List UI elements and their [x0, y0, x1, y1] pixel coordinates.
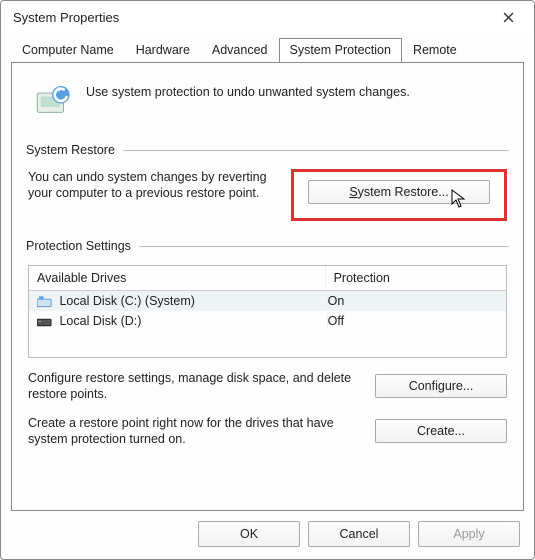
divider	[139, 246, 509, 247]
window-title: System Properties	[13, 10, 490, 25]
tab-computer-name[interactable]: Computer Name	[11, 38, 125, 63]
dialog-footer: OK Cancel Apply	[1, 511, 534, 559]
os-drive-icon	[37, 296, 52, 308]
tab-body: Use system protection to undo unwanted s…	[11, 62, 524, 511]
ok-button[interactable]: OK	[198, 521, 300, 547]
system-properties-window: System Properties Computer Name Hardware…	[0, 0, 535, 560]
table-row[interactable]: Local Disk (D:) Off	[29, 311, 506, 331]
col-drives[interactable]: Available Drives	[29, 266, 326, 290]
close-button[interactable]	[490, 3, 526, 31]
intro-text: Use system protection to undo unwanted s…	[86, 79, 410, 99]
configure-description: Configure restore settings, manage disk …	[28, 370, 361, 403]
col-protection[interactable]: Protection	[326, 266, 506, 290]
apply-button[interactable]: Apply	[418, 521, 520, 547]
cancel-button[interactable]: Cancel	[308, 521, 410, 547]
table-header: Available Drives Protection	[29, 266, 506, 291]
system-restore-button-label: ystem Restore...	[358, 185, 449, 199]
create-button[interactable]: Create...	[375, 419, 507, 443]
tab-strip: Computer Name Hardware Advanced System P…	[1, 33, 534, 62]
restore-row: You can undo system changes by reverting…	[26, 165, 509, 227]
table-padding	[29, 331, 506, 357]
create-description: Create a restore point right now for the…	[28, 415, 361, 448]
tab-system-protection[interactable]: System Protection	[279, 38, 402, 63]
section-protection-title: Protection Settings	[26, 239, 131, 253]
drive-protection: On	[328, 294, 498, 308]
intro-row: Use system protection to undo unwanted s…	[26, 75, 509, 131]
configure-button[interactable]: Configure...	[375, 374, 507, 398]
divider	[123, 150, 509, 151]
section-restore-title: System Restore	[26, 143, 115, 157]
create-row: Create a restore point right now for the…	[26, 413, 509, 450]
table-row[interactable]: Local Disk (C:) (System) On	[29, 291, 506, 311]
section-protection-header: Protection Settings	[26, 239, 509, 253]
system-protection-icon	[32, 79, 74, 121]
system-restore-button[interactable]: System Restore...	[308, 180, 490, 204]
drive-protection: Off	[328, 314, 498, 328]
drive-name: Local Disk (C:) (System)	[59, 294, 194, 308]
titlebar: System Properties	[1, 1, 534, 33]
tab-advanced[interactable]: Advanced	[201, 38, 279, 63]
tab-hardware[interactable]: Hardware	[125, 38, 201, 63]
restore-description: You can undo system changes by reverting…	[28, 169, 277, 202]
drive-name: Local Disk (D:)	[59, 314, 141, 328]
close-icon	[503, 12, 514, 23]
section-restore-header: System Restore	[26, 143, 509, 157]
configure-row: Configure restore settings, manage disk …	[26, 368, 509, 405]
drives-table: Available Drives Protection Local Disk (…	[28, 265, 507, 358]
drive-icon	[37, 316, 52, 328]
tab-remote[interactable]: Remote	[402, 38, 468, 63]
highlight-box: System Restore...	[291, 169, 507, 221]
